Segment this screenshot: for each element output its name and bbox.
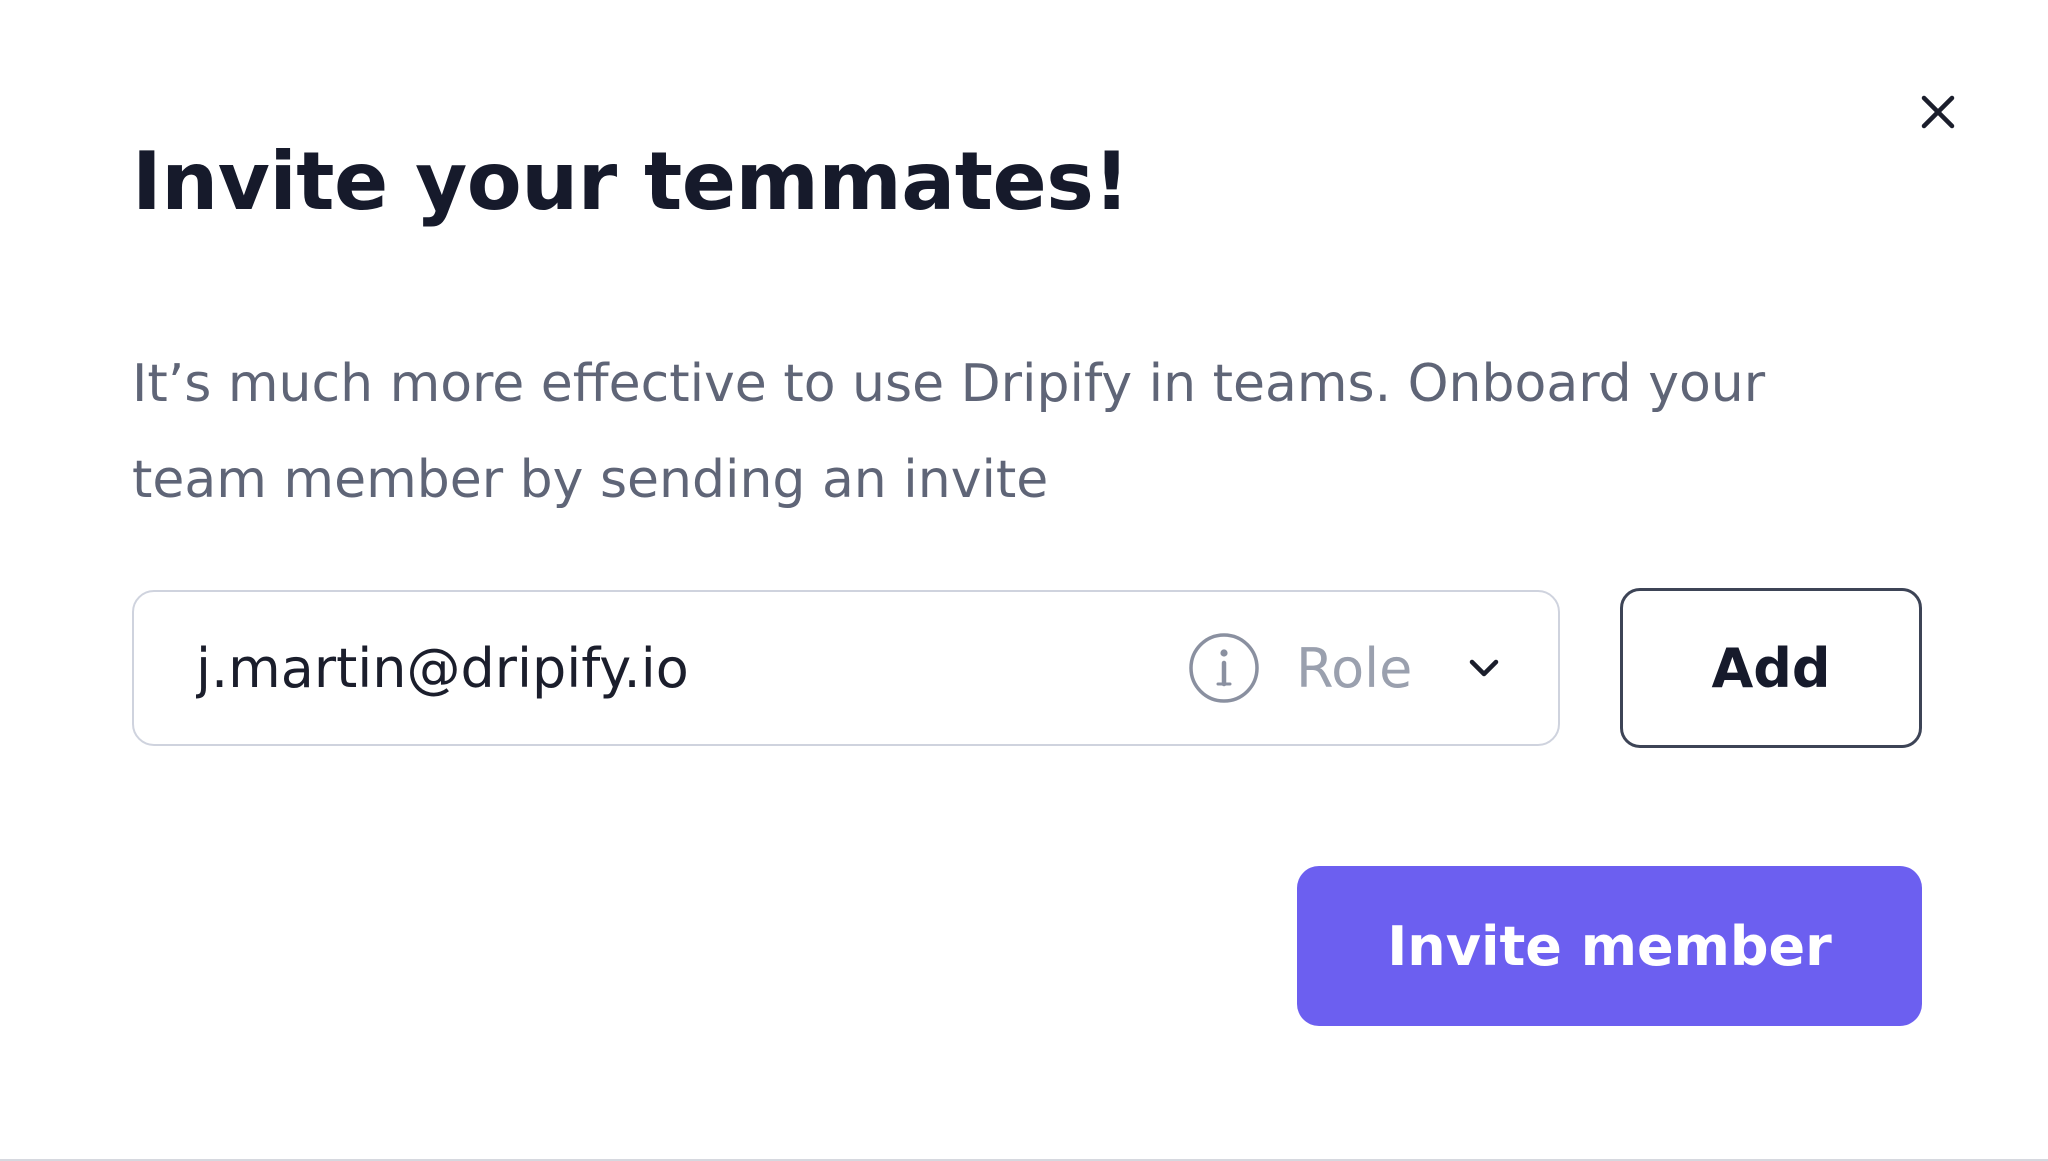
invite-member-button[interactable]: Invite member xyxy=(1297,866,1922,1026)
close-icon xyxy=(1921,95,1955,129)
info-icon[interactable] xyxy=(1188,632,1260,704)
role-placeholder: Role xyxy=(1296,636,1413,700)
dialog-title: Invite your temmates! xyxy=(132,135,1130,228)
chevron-down-icon xyxy=(1469,659,1499,677)
invite-dialog: Invite your temmates! It’s much more eff… xyxy=(0,0,2048,1161)
email-input[interactable] xyxy=(196,592,1196,744)
add-button[interactable]: Add xyxy=(1620,588,1922,748)
dialog-description: It’s much more effective to use Dripify … xyxy=(132,354,1766,510)
invite-input-group: Role xyxy=(132,590,1560,746)
role-select[interactable]: Role xyxy=(1296,592,1536,744)
close-button[interactable] xyxy=(1914,88,1962,136)
